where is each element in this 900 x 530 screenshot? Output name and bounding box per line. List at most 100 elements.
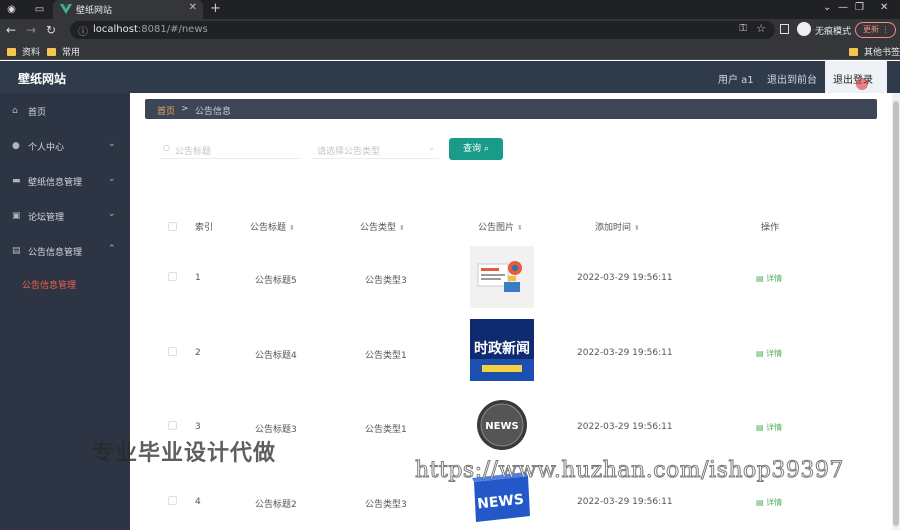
browser-tab[interactable]: 壁纸网站 ✕ <box>53 0 203 19</box>
thumbnail-caption: NEWS <box>485 421 518 432</box>
logout-button[interactable]: 退出登录 <box>825 61 887 93</box>
sidebar-item-personal[interactable]: ● 个人中心 ⌄ <box>0 131 130 161</box>
type-select[interactable]: 请选择公告类型 ⌄ <box>312 139 439 159</box>
close-window-icon[interactable]: ✕ <box>880 2 888 13</box>
key-icon[interactable]: ⚿ <box>739 23 747 34</box>
watermark-text: 专业毕业设计代做 <box>92 441 277 466</box>
row-index: 3 <box>195 422 201 432</box>
bookmark-folder[interactable]: 资料 <box>7 45 40 58</box>
sidebar-item-label: 个人中心 <box>28 143 65 153</box>
column-header-sortable[interactable]: 公告标题 ⬍ <box>250 220 295 233</box>
column-header: 操作 <box>761 223 780 233</box>
row-index: 4 <box>195 497 201 507</box>
news-illustration-icon <box>477 261 522 292</box>
sort-icon: ⬍ <box>399 224 405 232</box>
minimize-icon[interactable]: — <box>838 2 848 13</box>
select-all-checkbox[interactable] <box>168 222 177 231</box>
user-label: 用户 a1 <box>718 75 754 86</box>
back-to-front-link[interactable]: 退出到前台 <box>767 71 817 86</box>
title-search-input[interactable]: ○ 公告标题 <box>160 139 300 159</box>
sort-icon: ⬍ <box>517 224 523 232</box>
vue-logo-icon <box>60 4 72 14</box>
news-thumbnail[interactable] <box>470 246 534 308</box>
address-toolbar: ← → ↻ ⓘ localhost:8081/#/news ⚿ ☆ 无痕模式 更… <box>0 19 900 41</box>
folder-icon <box>47 48 56 56</box>
bookmark-folder[interactable]: 常用 <box>47 45 80 58</box>
row-index: 1 <box>195 273 201 283</box>
news-thumbnail[interactable]: NEWS <box>470 394 534 456</box>
update-button[interactable]: 更新 ⋮ <box>855 22 896 38</box>
forward-icon[interactable]: → <box>26 22 36 38</box>
row-checkbox[interactable] <box>168 347 177 356</box>
side-panel-icon[interactable] <box>780 24 789 34</box>
detail-link[interactable]: ▤ 详情 <box>756 422 782 433</box>
folder-icon <box>849 48 858 56</box>
chevron-down-icon: ⌄ <box>108 174 116 184</box>
chevron-down-icon[interactable]: ⌄ <box>823 2 831 13</box>
column-header-sortable[interactable]: 添加时间 ⬍ <box>595 220 640 233</box>
query-button[interactable]: 查询 ⌕ <box>449 138 503 160</box>
chevron-up-icon: ⌃ <box>108 244 116 254</box>
sidebar-item-label: 公告信息管理 <box>28 248 83 258</box>
column-header: 索引 <box>195 223 214 233</box>
breadcrumb: 首页 > 公告信息 <box>145 99 877 119</box>
notice-icon: ▤ <box>12 246 21 256</box>
chevron-down-icon: ⌄ <box>428 143 435 152</box>
row-checkbox[interactable] <box>168 496 177 505</box>
site-brand: 壁纸网站 <box>18 72 67 86</box>
watermark-url: https://www.huzhan.com/ishop39397 <box>415 458 844 484</box>
page-scrollbar[interactable] <box>892 93 900 530</box>
sidebar-subitem-notice-manage[interactable]: 公告信息管理 <box>22 278 76 291</box>
row-time: 2022-03-29 19:56:11 <box>577 273 673 283</box>
row-time: 2022-03-29 19:56:11 <box>577 497 673 507</box>
window-icon[interactable]: ▭ <box>33 3 46 16</box>
app-header: 壁纸网站 用户 a1 退出到前台 退出登录 <box>0 61 900 93</box>
url-bar[interactable]: ⓘ localhost:8081/#/news ⚿ ☆ <box>70 21 775 39</box>
news-thumbnail[interactable]: 时政新闻 <box>470 319 534 381</box>
thumbnail-caption: 时政新闻 <box>474 340 530 357</box>
detail-link[interactable]: ▤ 详情 <box>756 348 782 359</box>
breadcrumb-home[interactable]: 首页 <box>157 104 175 117</box>
row-index: 2 <box>195 348 201 358</box>
title-search-placeholder: 公告标题 <box>175 147 212 157</box>
row-type: 公告类型3 <box>365 276 407 286</box>
sidebar-item-notice[interactable]: ▤ 公告信息管理 ⌃ <box>0 236 130 266</box>
sidebar-item-wallpaper[interactable]: ▬ 壁纸信息管理 ⌄ <box>0 166 130 196</box>
row-title: 公告标题5 <box>255 276 297 286</box>
row-checkbox[interactable] <box>168 421 177 430</box>
monitor-icon: ▬ <box>12 176 21 186</box>
scrollbar-thumb[interactable] <box>893 101 899 526</box>
mouse-cursor-highlight <box>856 78 868 90</box>
bookmarks-bar: 资料 常用 其他书签 <box>0 41 900 60</box>
url-text: localhost:8081/#/news <box>93 24 208 35</box>
sidebar-item-forum[interactable]: ▣ 论坛管理 ⌄ <box>0 201 130 231</box>
chevron-down-icon: ⌄ <box>108 139 116 149</box>
bookmark-star-icon[interactable]: ☆ <box>756 22 766 35</box>
row-title: 公告标题3 <box>255 425 297 435</box>
row-title: 公告标题2 <box>255 500 297 510</box>
breadcrumb-separator: > <box>181 104 189 114</box>
incognito-icon[interactable] <box>797 22 811 36</box>
restore-icon[interactable]: ❐ <box>855 2 864 13</box>
back-icon[interactable]: ← <box>6 22 16 38</box>
other-bookmarks[interactable]: 其他书签 <box>849 45 900 58</box>
row-checkbox[interactable] <box>168 272 177 281</box>
detail-link[interactable]: ▤ 详情 <box>756 273 782 284</box>
column-header-sortable[interactable]: 公告图片 ⬍ <box>478 220 523 233</box>
browser-tabbar: ◉ ▭ 壁纸网站 ✕ + ⌄ — ❐ ✕ <box>0 0 900 19</box>
column-header-sortable[interactable]: 公告类型 ⬍ <box>360 220 405 233</box>
sidebar-item-home[interactable]: ⌂ 首页 <box>0 96 130 126</box>
site-info-icon[interactable]: ⓘ <box>78 23 88 38</box>
detail-link[interactable]: ▤ 详情 <box>756 497 782 508</box>
sort-icon: ⬍ <box>634 224 640 232</box>
new-tab-button[interactable]: + <box>210 1 221 16</box>
close-tab-icon[interactable]: ✕ <box>189 2 197 13</box>
reload-icon[interactable]: ↻ <box>46 22 56 38</box>
sidebar-item-label: 首页 <box>28 108 47 118</box>
type-select-placeholder: 请选择公告类型 <box>317 147 381 157</box>
search-icon: ○ <box>163 143 170 152</box>
profile-label: 无痕模式 <box>815 27 852 37</box>
globe-icon[interactable]: ◉ <box>5 3 18 16</box>
folder-icon <box>7 48 16 56</box>
sidebar-item-label: 论坛管理 <box>28 213 65 223</box>
